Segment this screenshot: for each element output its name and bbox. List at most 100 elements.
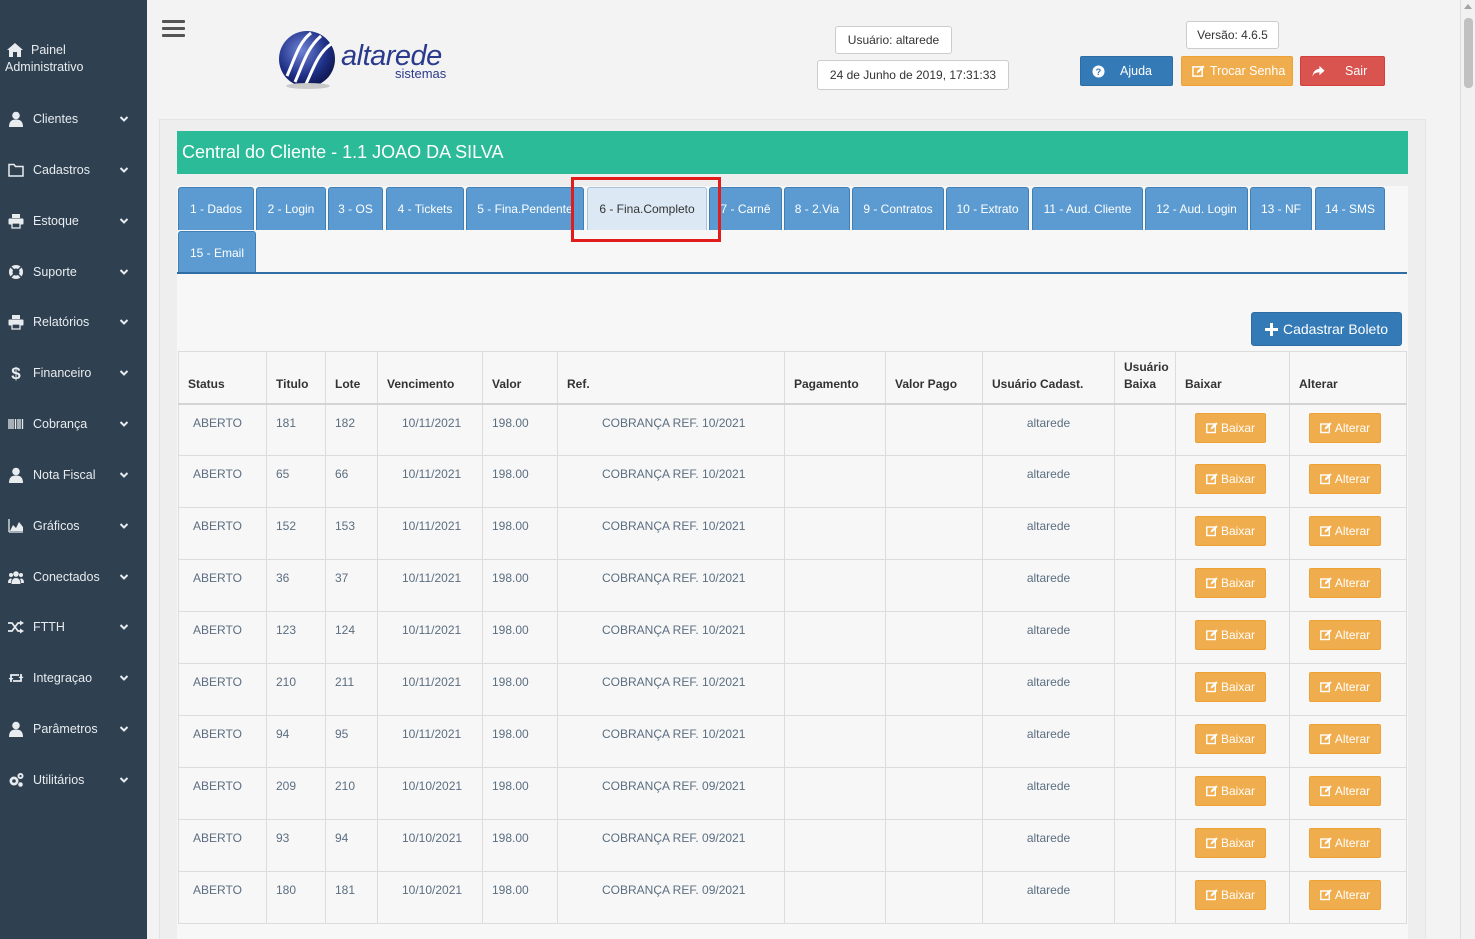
cell-usuario-cadast: altarede [982,871,1115,924]
header-usuario-baixa[interactable]: Usuário Baixa [1114,351,1176,405]
baixar-button[interactable]: Baixar [1195,828,1266,858]
header-status[interactable]: Status [178,351,267,405]
baixar-button[interactable]: Baixar [1195,672,1266,702]
life-ring-icon [7,263,25,281]
random-icon [7,618,25,636]
menu-toggle-icon[interactable] [162,20,185,38]
cell-status: ABERTO [178,663,267,716]
alterar-button[interactable]: Alterar [1309,568,1381,598]
cell-titulo: 65 [266,455,326,508]
tab-14[interactable]: 14 - SMS [1315,187,1385,230]
page-scrollbar[interactable] [1460,0,1475,939]
header-titulo[interactable]: Titulo [266,351,326,405]
tab-7[interactable]: 7 - Carnê [709,187,782,230]
sidebar-item-relatorios[interactable]: Relatórios [0,302,147,342]
svg-text:$: $ [11,365,21,381]
page-title: Central do Cliente - 1.1 JOAO DA SILVA [177,131,1408,174]
cell-ref: COBRANÇA REF. 10/2021 [557,455,785,508]
sidebar-item-integracao[interactable]: Integraçao [0,658,147,698]
tab-11[interactable]: 11 - Aud. Cliente [1032,187,1143,230]
cell-valor: 198.00 [482,455,558,508]
cell-pagamento [784,663,886,716]
alterar-button[interactable]: Alterar [1309,880,1381,910]
tab-8[interactable]: 8 - 2.Via [784,187,850,230]
alterar-button[interactable]: Alterar [1309,828,1381,858]
logo-globe-icon [279,31,335,89]
tab-2[interactable]: 2 - Login [256,187,326,230]
sidebar-item-estoque[interactable]: Estoque [0,201,147,241]
baixar-button[interactable]: Baixar [1195,464,1266,494]
cell-valor: 198.00 [482,767,558,820]
alterar-button[interactable]: Alterar [1309,516,1381,546]
baixar-button-label: Baixar [1220,888,1255,902]
tab-5[interactable]: 5 - Fina.Pendente [466,187,584,230]
tab-10[interactable]: 10 - Extrato [946,187,1029,230]
scroll-thumb[interactable] [1464,18,1473,88]
alterar-button[interactable]: Alterar [1309,620,1381,650]
baixar-button[interactable]: Baixar [1195,620,1266,650]
cell-pagamento [784,403,886,456]
table-row: ABERTO 209 210 10/10/2021 198.00 COBRANÇA REF… [178,767,1407,820]
sidebar-item-parametros[interactable]: Parâmetros [0,709,147,749]
header-vencimento[interactable]: Vencimento [377,351,483,405]
baixar-button[interactable]: Baixar [1195,724,1266,754]
cell-status: ABERTO [178,559,267,612]
baixar-button[interactable]: Baixar [1195,776,1266,806]
alterar-button[interactable]: Alterar [1309,724,1381,754]
baixar-button[interactable]: Baixar [1195,516,1266,546]
tab-1[interactable]: 1 - Dados [178,187,254,230]
tab-6[interactable]: 6 - Fina.Completo [587,187,707,230]
baixar-button[interactable]: Baixar [1195,880,1266,910]
alterar-button[interactable]: Alterar [1309,412,1381,443]
sidebar-item-clientes[interactable]: Clientes [0,99,147,139]
sidebar-item-label: Clientes [33,112,79,126]
tab-12[interactable]: 12 - Aud. Login [1145,187,1248,230]
sidebar-item-painel-administrativo[interactable]: Painel Administrativo [5,42,84,76]
chevron-down-icon [119,164,129,174]
baixar-button[interactable]: Baixar [1195,568,1266,598]
sidebar-item-ftth[interactable]: FTTH [0,607,147,647]
scroll-up-arrow-icon[interactable] [1464,4,1472,9]
header-baixar: Baixar [1175,351,1290,405]
header-valor[interactable]: Valor [482,351,558,405]
cell-valor-pago [885,455,983,508]
tab-4[interactable]: 4 - Tickets [386,187,464,230]
alterar-button[interactable]: Alterar [1309,464,1381,494]
cell-pagamento [784,559,886,612]
sidebar-item-utilitarios[interactable]: Utilitários [0,760,147,800]
header-lote[interactable]: Lote [325,351,378,405]
sidebar-item-graficos[interactable]: Gráficos [0,506,147,546]
sidebar-item-cobranca[interactable]: Cobrança [0,404,147,444]
sidebar-item-cadastros[interactable]: Cadastros [0,150,147,190]
sidebar-item-suporte[interactable]: Suporte [0,252,147,292]
sidebar-item-nota-fiscal[interactable]: Nota Fiscal [0,455,147,495]
baixar-button-label: Baixar [1220,472,1255,486]
logout-button[interactable]: Sair [1300,56,1385,86]
sidebar-item-financeiro[interactable]: $ Financeiro [0,353,147,393]
header-pagamento[interactable]: Pagamento [784,351,886,405]
header-ref[interactable]: Ref. [557,351,785,405]
help-button[interactable]: ? Ajuda [1080,56,1173,86]
chevron-down-icon [119,266,129,276]
tab-13[interactable]: 13 - NF [1250,187,1312,230]
cell-status: ABERTO [178,871,267,924]
tab-3[interactable]: 3 - OS [328,187,383,230]
add-boleto-button[interactable]: Cadastrar Boleto [1251,312,1402,346]
header-valor-pago[interactable]: Valor Pago [885,351,983,405]
header-usuario-cadast[interactable]: Usuário Cadast. [982,351,1115,405]
sidebar-item-conectados[interactable]: Conectados [0,557,147,597]
baixar-button[interactable]: Baixar [1195,412,1266,443]
alterar-button[interactable]: Alterar [1309,776,1381,806]
cell-baixar: Baixar [1175,871,1290,924]
cell-titulo: 94 [266,715,326,768]
tab-9[interactable]: 9 - Contratos [852,187,944,230]
change-password-button[interactable]: Trocar Senha [1181,56,1293,86]
tab-15[interactable]: 15 - Email [178,231,256,274]
cell-valor: 198.00 [482,871,558,924]
table-row: ABERTO 181 182 10/11/2021 198.00 COBRANÇA REF… [178,403,1407,456]
print-icon [7,212,25,230]
alterar-button[interactable]: Alterar [1309,672,1381,702]
folder-icon [7,161,25,179]
cell-usuario-cadast: altarede [982,507,1115,560]
edit-icon [1206,681,1218,693]
